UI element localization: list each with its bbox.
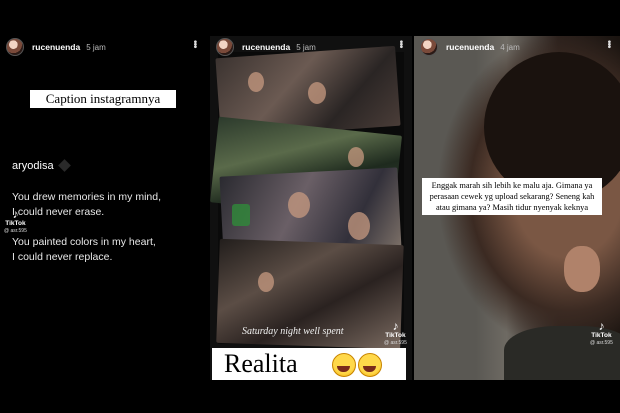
tiktok-handle: @ asr.595 [4,228,27,234]
tiktok-handle: @ asr.595 [590,340,613,346]
avatar[interactable] [420,38,438,56]
black-heart-icon [57,159,71,172]
tiktok-handle: @ asr.595 [384,340,407,346]
lyric-line: You painted colors in my heart, [12,236,156,248]
story-header: rucenuenda 5 jam [0,36,206,58]
story-header: rucenuenda 4 jam [414,36,620,58]
lyric-line: I could never erase. [12,206,105,218]
club-light [232,204,250,226]
face [348,212,370,240]
tiktok-brand: TikTok [591,332,612,339]
story-panel-3[interactable]: rucenuenda 4 jam ••• Enggak marah sih le… [414,36,620,380]
tiktok-logo-icon: ♪ [392,319,399,333]
rofl-emoji-icon [358,353,382,377]
song-user-label: aryodisa [12,160,54,172]
post-time: 5 jam [86,42,106,52]
username[interactable]: rucenuenda [446,42,494,52]
song-user: aryodisa [12,159,71,172]
tiktok-logo-icon: ♪ [12,207,19,221]
tiktok-watermark: ♪ TikTok @ asr.595 [590,320,613,347]
tiktok-watermark: ♪ TikTok @ asr.595 [384,320,407,347]
face [258,272,274,292]
tiktok-brand: TikTok [385,332,406,339]
overlay-text: Realita [224,349,298,378]
post-time: 5 jam [296,42,316,52]
photo-collage: Saturday night well spent [210,45,404,350]
avatar[interactable] [216,38,234,56]
caption-box: Caption instagramnya [30,90,176,108]
story-panel-1[interactable]: rucenuenda 5 jam ••• Caption instagramny… [0,36,206,380]
tiktok-watermark: ♪ TikTok @ asr.595 [4,208,27,235]
tiktok-logo-icon: ♪ [598,319,605,333]
story-text-box: Enggak marah sih lebih ke malu aja. Gima… [422,178,602,215]
story-panel-2[interactable]: rucenuenda 5 jam ••• Saturday night well… [210,36,412,380]
lyric-line: I could never replace. [12,251,113,263]
face [248,72,264,92]
username[interactable]: rucenuenda [32,42,80,52]
tiktok-brand: TikTok [5,220,26,227]
child-ear [564,246,600,292]
face [308,82,326,104]
username[interactable]: rucenuenda [242,42,290,52]
rofl-emoji-icon [332,353,356,377]
face [348,147,364,167]
lyric-line: You drew memories in my mind, [12,191,161,203]
photo-caption: Saturday night well spent [242,326,344,337]
avatar[interactable] [6,38,24,56]
face [288,192,310,218]
post-time: 4 jam [500,42,520,52]
story-header: rucenuenda 5 jam [210,36,412,58]
overlay-text-box: Realita [212,348,406,380]
